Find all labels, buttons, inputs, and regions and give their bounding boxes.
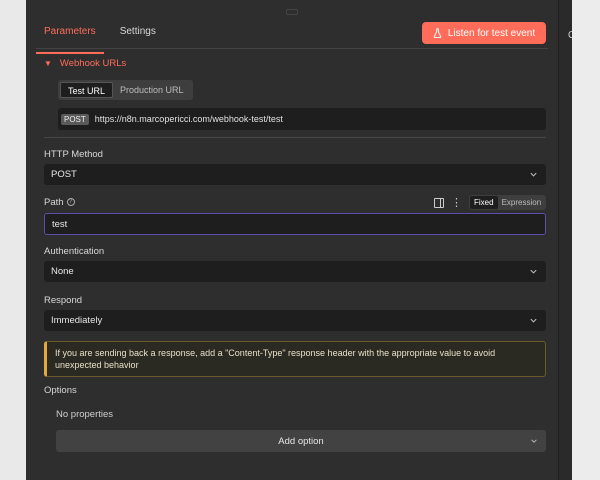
path-tools: ⋮ Fixed Expression xyxy=(434,195,547,210)
path-input[interactable]: test xyxy=(44,213,546,235)
section-divider xyxy=(44,137,546,138)
http-method-select[interactable]: POST xyxy=(44,164,546,185)
no-properties-text: No properties xyxy=(56,409,114,420)
authentication-label: Authentication xyxy=(44,246,105,257)
node-parameters-panel: Parameters Settings Listen for test even… xyxy=(26,0,558,480)
fixed-mode-option[interactable]: Fixed xyxy=(470,196,498,209)
chevron-down-icon xyxy=(530,269,537,274)
chevron-down-icon xyxy=(530,318,537,323)
more-options-icon[interactable]: ⋮ xyxy=(451,197,462,208)
webhook-urls-toggle[interactable]: ▼ Webhook URLs xyxy=(44,58,126,69)
respond-value: Immediately xyxy=(51,315,103,326)
url-type-switch: Test URL Production URL xyxy=(58,80,193,100)
content-type-notice: If you are sending back a response, add … xyxy=(44,341,546,377)
output-panel-edge[interactable]: O xyxy=(558,0,576,480)
panel-tabs: Parameters Settings xyxy=(36,22,180,54)
fixed-expression-switch: Fixed Expression xyxy=(469,195,547,210)
test-url-option[interactable]: Test URL xyxy=(60,82,114,98)
webhook-url-text: https://n8n.marcopericci.com/webhook-tes… xyxy=(94,114,283,124)
listen-button-label: Listen for test event xyxy=(447,27,536,39)
options-label: Options xyxy=(44,385,77,396)
tabs-divider xyxy=(36,48,548,49)
chevron-down-icon xyxy=(531,439,537,443)
authentication-value: None xyxy=(51,266,74,277)
flask-icon xyxy=(433,28,442,38)
webhook-url-box[interactable]: POST https://n8n.marcopericci.com/webhoo… xyxy=(58,108,546,130)
path-value: test xyxy=(52,218,68,230)
chevron-down-icon xyxy=(530,172,537,177)
notice-text: If you are sending back a response, add … xyxy=(55,348,496,370)
backdrop-left xyxy=(0,0,26,480)
http-method-label: HTTP Method xyxy=(44,149,103,160)
respond-select[interactable]: Immediately xyxy=(44,310,546,331)
webhook-urls-label: Webhook URLs xyxy=(59,58,127,69)
tab-settings[interactable]: Settings xyxy=(120,22,156,48)
method-badge: POST xyxy=(61,113,89,125)
listen-for-test-event-button[interactable]: Listen for test event xyxy=(422,22,546,44)
production-url-option[interactable]: Production URL xyxy=(113,82,191,98)
drag-handle[interactable] xyxy=(286,9,298,15)
open-editor-icon[interactable] xyxy=(434,197,444,208)
expression-mode-option[interactable]: Expression xyxy=(498,196,546,209)
authentication-select[interactable]: None xyxy=(44,261,546,282)
tab-parameters[interactable]: Parameters xyxy=(36,22,104,54)
add-option-button[interactable]: Add option xyxy=(56,430,546,452)
add-option-label: Add option xyxy=(278,435,324,447)
respond-label: Respond xyxy=(44,295,83,306)
path-label: Path xyxy=(44,197,64,208)
backdrop-right xyxy=(572,0,600,480)
path-label-row: Path? xyxy=(44,197,75,208)
chevron-down-icon: ▼ xyxy=(44,59,52,68)
help-icon[interactable]: ? xyxy=(66,198,75,207)
http-method-value: POST xyxy=(51,169,77,180)
